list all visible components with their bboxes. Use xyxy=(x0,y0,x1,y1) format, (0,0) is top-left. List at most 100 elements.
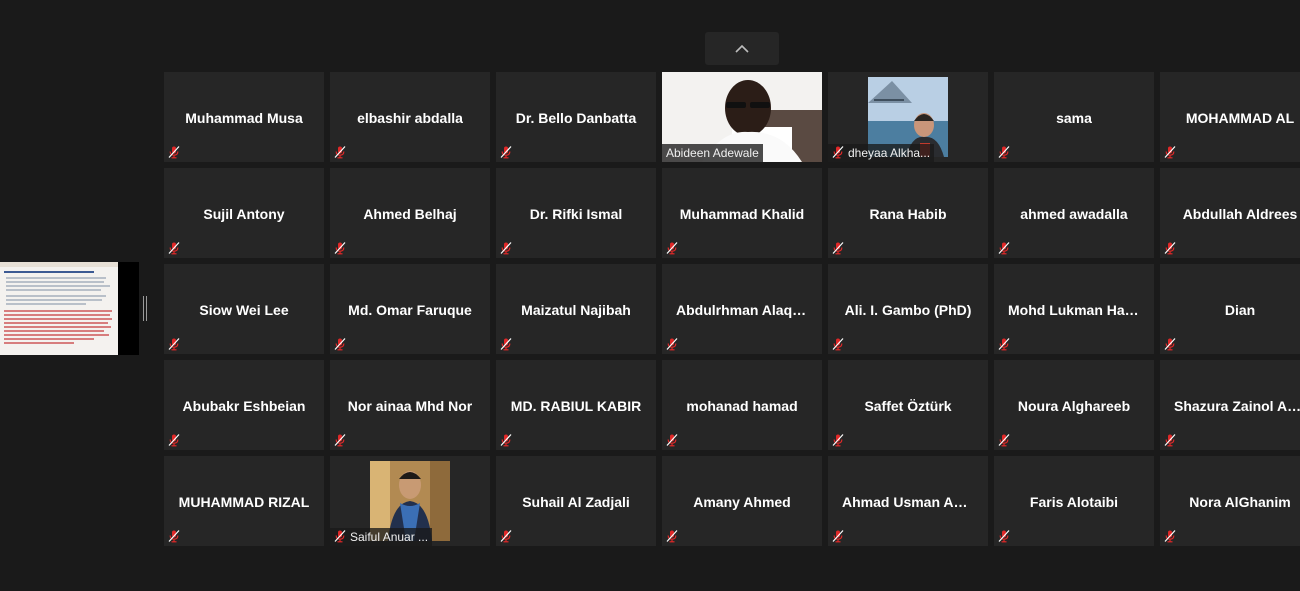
participant-tile[interactable]: elbashir abdalla xyxy=(330,72,490,162)
muted-microphone-icon xyxy=(665,529,679,543)
muted-microphone-icon xyxy=(167,145,181,159)
muted-microphone-icon xyxy=(1163,529,1177,543)
participant-name: Rana Habib xyxy=(869,206,947,222)
participant-tile[interactable]: Maizatul Najibah xyxy=(496,264,656,354)
muted-microphone-icon xyxy=(1163,337,1177,351)
participant-tile[interactable]: Dian xyxy=(1160,264,1300,354)
shared-screen-thumbnail[interactable] xyxy=(0,262,139,355)
participant-tile[interactable]: mohanad hamad xyxy=(662,360,822,450)
participant-tile[interactable]: Abdullah Aldrees xyxy=(1160,168,1300,258)
participant-name: Faris Alotaibi xyxy=(1029,494,1119,510)
chevron-up-icon xyxy=(735,44,749,53)
muted-microphone-icon xyxy=(665,241,679,255)
participant-name: Nor ainaa Mhd Nor xyxy=(347,398,473,414)
participant-tile[interactable]: Shazura Zainol Abidin xyxy=(1160,360,1300,450)
participant-tile[interactable]: Rana Habib xyxy=(828,168,988,258)
muted-microphone-icon xyxy=(997,241,1011,255)
participant-name: Dian xyxy=(1224,302,1256,318)
participant-name: Maizatul Najibah xyxy=(521,302,631,318)
muted-microphone-icon xyxy=(1163,145,1177,159)
participant-tile[interactable]: sama xyxy=(994,72,1154,162)
participant-name: elbashir abdalla xyxy=(357,110,463,126)
participant-name: Noura Alghareeb xyxy=(1017,398,1131,414)
participant-name-label: Abideen Adewale xyxy=(662,144,763,162)
participant-name: sama xyxy=(1056,110,1092,126)
panel-resize-handle[interactable] xyxy=(143,296,147,321)
participant-name: Md. Omar Faruque xyxy=(348,302,472,318)
collapse-video-strip-button[interactable] xyxy=(705,32,779,65)
participant-tile[interactable]: ahmed awadalla xyxy=(994,168,1154,258)
participant-tile[interactable]: Sujil Antony xyxy=(164,168,324,258)
muted-microphone-icon xyxy=(333,145,347,159)
muted-microphone-icon xyxy=(167,241,181,255)
participant-tile[interactable]: Nor ainaa Mhd Nor xyxy=(330,360,490,450)
participant-name: Muhammad Musa xyxy=(185,110,303,126)
muted-microphone-icon xyxy=(1163,241,1177,255)
participant-tile[interactable]: Mohd Lukman Hakim xyxy=(994,264,1154,354)
participant-tile[interactable]: Nora AlGhanim xyxy=(1160,456,1300,546)
participant-name: Sujil Antony xyxy=(203,206,285,222)
participant-tile[interactable]: Ahmad Usman Ahmad xyxy=(828,456,988,546)
muted-microphone-icon xyxy=(499,433,513,447)
participant-tile[interactable]: Suhail Al Zadjali xyxy=(496,456,656,546)
participant-name: Nora AlGhanim xyxy=(1189,494,1291,510)
muted-microphone-icon xyxy=(499,529,513,543)
participant-tile[interactable]: Md. Omar Faruque xyxy=(330,264,490,354)
muted-microphone-icon xyxy=(997,529,1011,543)
participant-tile[interactable]: Amany Ahmed xyxy=(662,456,822,546)
participant-name: ahmed awadalla xyxy=(1020,206,1128,222)
participant-name: Saffet Öztürk xyxy=(864,398,952,414)
muted-microphone-icon xyxy=(665,337,679,351)
muted-microphone-icon xyxy=(333,529,347,543)
participant-tile[interactable]: Ali. I. Gambo (PhD) xyxy=(828,264,988,354)
participant-tile[interactable]: Abdulrhman Alaqeel xyxy=(662,264,822,354)
muted-microphone-icon xyxy=(167,529,181,543)
participant-tile[interactable]: Saiful Anuar ... xyxy=(330,456,490,546)
participant-name: MUHAMMAD RIZAL xyxy=(178,494,310,510)
participant-tile[interactable]: dheyaa Alkha... xyxy=(828,72,988,162)
participant-name: MOHAMMAD AL xyxy=(1185,110,1295,126)
participant-name: Abdulrhman Alaqeel xyxy=(676,302,812,318)
participant-name: Abubakr Eshbeian xyxy=(182,398,306,414)
muted-microphone-icon xyxy=(1163,433,1177,447)
participant-name: Amany Ahmed xyxy=(693,494,791,510)
muted-microphone-icon xyxy=(997,337,1011,351)
muted-microphone-icon xyxy=(499,337,513,351)
participant-tile[interactable]: MUHAMMAD RIZAL xyxy=(164,456,324,546)
participant-tile[interactable]: Ahmed Belhaj xyxy=(330,168,490,258)
participant-tile[interactable]: MD. RABIUL KABIR xyxy=(496,360,656,450)
muted-microphone-icon xyxy=(831,337,845,351)
participant-name: Abdullah Aldrees xyxy=(1182,206,1298,222)
participant-tile[interactable]: Dr. Bello Danbatta xyxy=(496,72,656,162)
participant-tile[interactable]: Dr. Rifki Ismal xyxy=(496,168,656,258)
participant-tile[interactable]: Abubakr Eshbeian xyxy=(164,360,324,450)
participant-name: MD. RABIUL KABIR xyxy=(510,398,642,414)
muted-microphone-icon xyxy=(499,241,513,255)
shared-document-thumbnail xyxy=(0,262,118,355)
participant-name: Muhammad Khalid xyxy=(679,206,805,222)
participant-tile[interactable]: MOHAMMAD AL xyxy=(1160,72,1300,162)
muted-microphone-icon xyxy=(333,337,347,351)
participant-gallery: Muhammad Musa elbashir abdalla Dr. Bello D… xyxy=(164,72,1300,546)
participant-name: Ahmad Usman Ahmad xyxy=(842,494,988,510)
participant-name: Mohd Lukman Hakim xyxy=(1008,302,1149,318)
participant-name: Shazura Zainol Abidin xyxy=(1174,398,1300,414)
participant-name: Siow Wei Lee xyxy=(199,302,289,318)
muted-microphone-icon xyxy=(167,337,181,351)
participant-name: Suhail Al Zadjali xyxy=(522,494,630,510)
muted-microphone-icon xyxy=(665,433,679,447)
participant-tile[interactable]: Abideen Adewale xyxy=(662,72,822,162)
participant-tile[interactable]: Siow Wei Lee xyxy=(164,264,324,354)
participant-name: mohanad hamad xyxy=(686,398,798,414)
muted-microphone-icon xyxy=(997,145,1011,159)
participant-name: Dr. Bello Danbatta xyxy=(515,110,637,126)
muted-microphone-icon xyxy=(831,241,845,255)
participant-tile[interactable]: Faris Alotaibi xyxy=(994,456,1154,546)
participant-tile[interactable]: Muhammad Khalid xyxy=(662,168,822,258)
muted-microphone-icon xyxy=(831,145,845,159)
participant-tile[interactable]: Saffet Öztürk xyxy=(828,360,988,450)
participant-name: Ali. I. Gambo (PhD) xyxy=(844,302,972,318)
participant-tile[interactable]: Muhammad Musa xyxy=(164,72,324,162)
participant-tile[interactable]: Noura Alghareeb xyxy=(994,360,1154,450)
muted-microphone-icon xyxy=(831,433,845,447)
